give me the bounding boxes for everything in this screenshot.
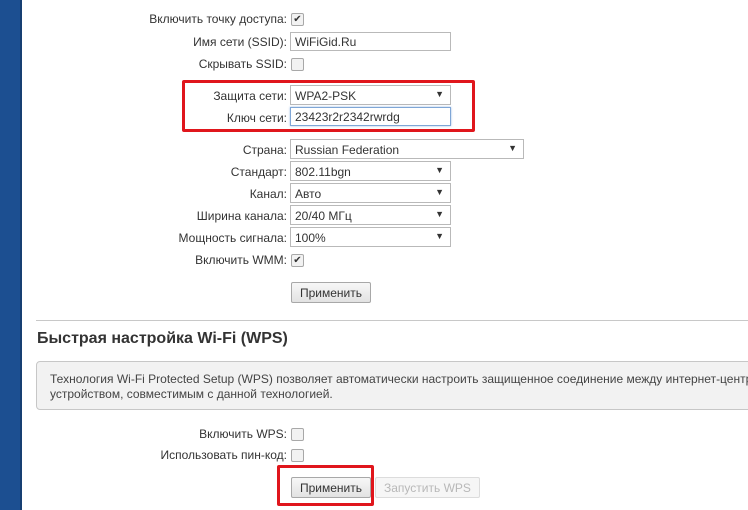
key-label: Ключ сети:	[226, 111, 287, 125]
standard-label: Стандарт:	[230, 165, 287, 179]
dropdown-arrow-icon: ▼	[435, 89, 444, 99]
apply-wps-button[interactable]: Применить	[291, 477, 372, 498]
dropdown-arrow-icon: ▼	[435, 209, 444, 219]
signal-power-label: Мощность сигнала:	[178, 231, 287, 245]
sidebar	[0, 0, 22, 510]
country-value: Russian Federation	[295, 143, 400, 157]
signal-power-select[interactable]: 100% ▼	[290, 227, 451, 247]
security-label: Защита сети:	[213, 89, 287, 103]
use-pin-checkbox[interactable]	[291, 449, 304, 462]
enable-wps-label: Включить WPS:	[199, 427, 287, 441]
dropdown-arrow-icon: ▼	[435, 231, 444, 241]
dropdown-arrow-icon: ▼	[508, 143, 517, 153]
hide-ssid-label: Скрывать SSID:	[198, 57, 287, 71]
section-divider	[36, 320, 748, 321]
channel-select[interactable]: Авто ▼	[290, 183, 451, 203]
standard-select[interactable]: 802.11bgn ▼	[290, 161, 451, 181]
country-select[interactable]: Russian Federation ▼	[290, 139, 524, 159]
channel-width-select[interactable]: 20/40 МГц ▼	[290, 205, 451, 225]
ssid-input[interactable]	[290, 32, 451, 51]
check-icon: ✔	[293, 13, 302, 25]
wmm-checkbox[interactable]: ✔	[291, 254, 304, 267]
security-select[interactable]: WPA2-PSK ▼	[290, 85, 451, 105]
signal-power-value: 100%	[295, 231, 326, 245]
start-wps-button[interactable]: Запустить WPS	[375, 477, 480, 498]
network-key-input[interactable]	[290, 107, 451, 126]
enable-ap-label: Включить точку доступа:	[149, 12, 287, 26]
standard-value: 802.11bgn	[295, 165, 351, 179]
enable-ap-checkbox[interactable]: ✔	[291, 13, 304, 26]
wps-info-line-1: Технология Wi-Fi Protected Setup (WPS) п…	[50, 372, 748, 386]
dropdown-arrow-icon: ▼	[435, 187, 444, 197]
hide-ssid-checkbox[interactable]	[291, 58, 304, 71]
country-label: Страна:	[242, 143, 287, 157]
check-icon: ✔	[293, 254, 302, 266]
apply-wifi-button[interactable]: Применить	[291, 282, 372, 303]
security-value: WPA2-PSK	[295, 89, 357, 103]
channel-value: Авто	[295, 187, 322, 201]
channel-width-value: 20/40 МГц	[295, 209, 352, 223]
enable-wps-checkbox[interactable]	[291, 428, 304, 441]
wps-info-box: Технология Wi-Fi Protected Setup (WPS) п…	[36, 361, 748, 410]
channel-label: Канал:	[249, 187, 287, 201]
channel-width-label: Ширина канала:	[196, 209, 287, 223]
ssid-label: Имя сети (SSID):	[193, 35, 287, 49]
use-pin-label: Использовать пин-код:	[160, 448, 287, 462]
wps-info-line-2: устройством, совместимым с данной технол…	[50, 387, 333, 401]
wmm-label: Включить WMM:	[195, 253, 287, 267]
wps-section-title: Быстрая настройка Wi-Fi (WPS)	[37, 330, 288, 347]
dropdown-arrow-icon: ▼	[435, 165, 444, 175]
